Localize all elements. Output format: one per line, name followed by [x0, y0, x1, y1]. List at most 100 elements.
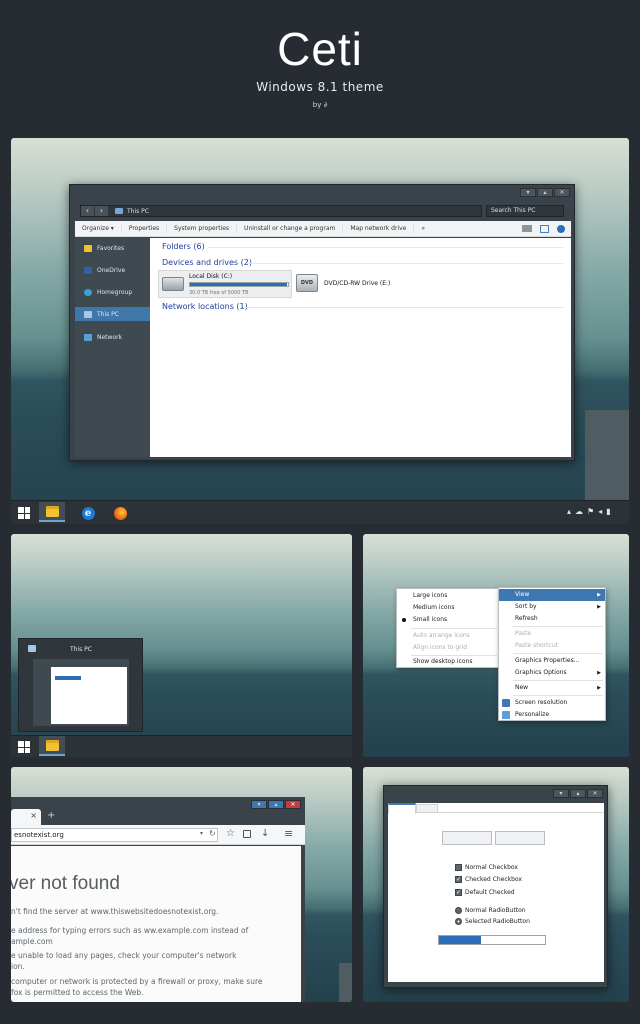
download-icon[interactable]: ↓ — [261, 828, 269, 839]
back-button[interactable]: ‹ — [81, 206, 94, 216]
preview-pane-icon[interactable] — [540, 224, 549, 233]
demo-button-1[interactable] — [442, 831, 492, 845]
checkbox-label: Default Checked — [465, 889, 515, 896]
drive-tile-dvd[interactable]: DVD DVD/CD-RW Drive (E:) — [294, 270, 414, 298]
checkbox-box-checked: ✓ — [455, 876, 462, 883]
taskbar-firefox[interactable] — [107, 503, 133, 523]
search-input[interactable]: Search This PC — [486, 205, 564, 217]
ribbon-uninstall[interactable]: Uninstall or change a program — [237, 224, 344, 233]
menu-item-auto-arrange[interactable]: Auto arrange icons — [397, 630, 499, 642]
hard-drive-icon — [162, 277, 184, 291]
maximize-button[interactable]: ▴ — [268, 800, 284, 809]
group-network[interactable]: Network locations (1) — [162, 302, 248, 311]
nav-item-favorites[interactable]: Favorites — [75, 241, 150, 255]
url-input[interactable]: esnotexist.org — [11, 828, 218, 842]
menu-label: Show desktop icons — [413, 658, 473, 665]
onedrive-tray-icon[interactable]: ☁ — [575, 507, 583, 516]
menu-item-paste-shortcut[interactable]: Paste shortcut — [499, 640, 605, 652]
minimize-button[interactable]: ▾ — [251, 800, 267, 809]
ribbon-map-drive[interactable]: Map network drive — [343, 224, 415, 233]
controls-screenshot-panel: ▾ ▴ ✕ Normal Checkbox ✓ Checked Checkbox … — [363, 767, 629, 1002]
taskbar-explorer[interactable] — [39, 736, 65, 756]
checkbox-default-checked[interactable]: ✓ Default Checked — [455, 889, 515, 896]
controls-demo-window[interactable]: ▾ ▴ ✕ Normal Checkbox ✓ Checked Checkbox … — [383, 785, 608, 988]
start-button[interactable] — [11, 737, 37, 757]
menu-item-refresh[interactable]: Refresh — [499, 613, 605, 625]
bookmark-star-icon[interactable]: ☆ — [226, 828, 235, 839]
forward-button[interactable]: › — [95, 206, 108, 216]
nav-item-homegroup[interactable]: Homegroup — [75, 285, 150, 299]
menu-item-screen-resolution[interactable]: Screen resolution — [499, 697, 605, 709]
checkbox-box — [455, 864, 462, 871]
menu-label: Graphics Properties... — [515, 657, 580, 664]
dropdown-arrow-icon[interactable]: ▾ — [200, 830, 203, 837]
minimize-button[interactable]: ▾ — [553, 789, 569, 798]
close-button[interactable]: ✕ — [554, 188, 570, 197]
menu-item-small-icons[interactable]: Small icons — [397, 614, 499, 626]
browser-tab[interactable]: × — [11, 809, 41, 825]
taskbar-internet-explorer[interactable]: e — [75, 503, 101, 523]
menu-item-medium-icons[interactable]: Medium icons — [397, 602, 499, 614]
nav-item-this-pc[interactable]: This PC — [75, 307, 150, 321]
nav-item-network[interactable]: Network — [75, 330, 150, 344]
page-content: ver not found n't find the server at www… — [11, 846, 301, 1002]
error-line-3: ample.com — [11, 937, 53, 946]
demo-button-2[interactable] — [495, 831, 545, 845]
menu-item-large-icons[interactable]: Large icons — [397, 590, 499, 602]
explorer-window[interactable]: ▾ ▴ ✕ ‹ › This PC Search This PC Organiz… — [69, 184, 575, 461]
theme-byline: by ∂ — [312, 101, 328, 109]
menu-item-graphics-properties[interactable]: Graphics Properties... — [499, 655, 605, 667]
nav-item-onedrive[interactable]: OneDrive — [75, 263, 150, 277]
menu-item-personalize[interactable]: Personalize — [499, 709, 605, 721]
checkbox-checked[interactable]: ✓ Checked Checkbox — [455, 876, 522, 883]
tab-inactive[interactable] — [416, 804, 438, 813]
menu-item-view[interactable]: View ▶ — [499, 589, 605, 601]
firefox-window[interactable]: ▾ ▴ ✕ × + esnotexist.org ▾ ↻ ☆ ↓ ≡ ver n… — [11, 797, 305, 1002]
menu-item-align-grid[interactable]: Align icons to grid — [397, 642, 499, 654]
drive-tile-local-disk[interactable]: Local Disk (C:) 30.0 TB free of 5000 TB — [158, 270, 292, 298]
menu-label: Refresh — [515, 615, 538, 622]
ribbon-system-properties[interactable]: System properties — [167, 224, 238, 233]
flag-icon[interactable]: ⚑ — [587, 507, 594, 516]
folder-icon — [45, 505, 59, 517]
ribbon-more[interactable]: » — [414, 224, 432, 233]
nav-label: OneDrive — [97, 266, 126, 274]
ribbon-organize[interactable]: Organize ▾ — [75, 224, 122, 233]
radio-normal[interactable]: Normal RadioButton — [455, 907, 526, 914]
help-icon[interactable] — [557, 224, 565, 233]
minimize-button[interactable]: ▾ — [520, 188, 536, 197]
signal-icon[interactable]: ▮ — [606, 507, 610, 516]
monitor-icon — [502, 699, 510, 707]
new-tab-button[interactable]: + — [47, 810, 55, 821]
bookmarks-menu-icon[interactable] — [243, 830, 251, 838]
view-options-icon[interactable] — [522, 225, 532, 232]
taskbar-thumbnail-preview[interactable]: This PC — [18, 638, 143, 732]
error-line-7: fox is permitted to access the Web. — [11, 988, 144, 997]
close-button[interactable]: ✕ — [587, 789, 603, 798]
group-folders[interactable]: Folders (6) — [162, 242, 205, 251]
volume-icon[interactable]: ◂ — [598, 507, 602, 516]
checkbox-label: Normal Checkbox — [465, 864, 518, 871]
group-devices[interactable]: Devices and drives (2) — [162, 258, 252, 267]
address-bar[interactable]: ‹ › This PC — [80, 205, 482, 217]
menu-item-paste[interactable]: Paste — [499, 628, 605, 640]
radio-selected[interactable]: Selected RadioButton — [455, 918, 530, 925]
menu-label: Align icons to grid — [413, 644, 468, 651]
checkbox-normal[interactable]: Normal Checkbox — [455, 864, 518, 871]
menu-item-graphics-options[interactable]: Graphics Options ▶ — [499, 667, 605, 679]
taskbar-explorer[interactable] — [39, 502, 65, 522]
menu-hamburger-icon[interactable]: ≡ — [284, 827, 293, 840]
tab-close-icon[interactable]: × — [30, 811, 37, 820]
reload-icon[interactable]: ↻ — [209, 829, 216, 838]
computer-icon — [84, 310, 92, 318]
tab-active[interactable] — [388, 803, 416, 814]
menu-item-sort-by[interactable]: Sort by ▶ — [499, 601, 605, 613]
menu-item-new[interactable]: New ▶ — [499, 682, 605, 694]
maximize-button[interactable]: ▴ — [537, 188, 553, 197]
close-button[interactable]: ✕ — [285, 800, 301, 809]
maximize-button[interactable]: ▴ — [570, 789, 586, 798]
start-button[interactable] — [11, 503, 37, 523]
tray-up-arrow-icon[interactable]: ▴ — [567, 507, 571, 516]
menu-item-show-desktop-icons[interactable]: Show desktop icons — [397, 656, 499, 668]
ribbon-properties[interactable]: Properties — [122, 224, 168, 233]
